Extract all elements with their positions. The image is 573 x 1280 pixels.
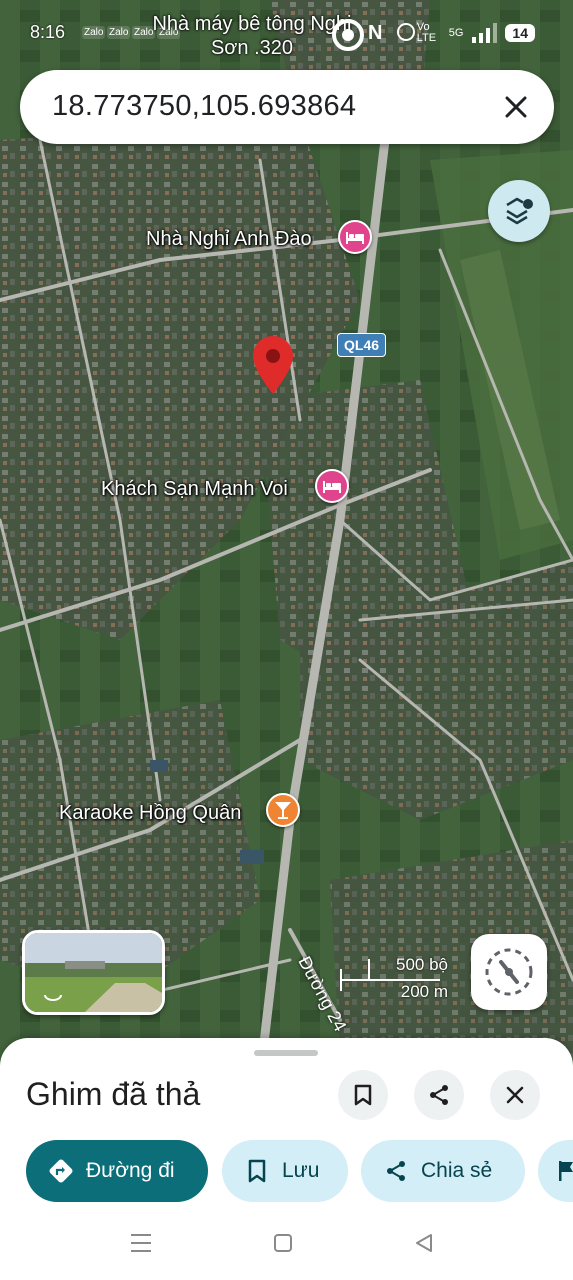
bookmark-icon [354,1084,372,1106]
flag-button[interactable] [538,1140,573,1202]
search-input[interactable]: 18.773750,105.693864 [52,90,356,123]
share-icon [383,1158,409,1184]
compass-button[interactable] [471,934,547,1010]
volte-indicator: Vo LTE [416,21,437,44]
directions-icon [48,1158,74,1184]
layers-button[interactable] [488,180,550,242]
poi-label-nha-nghi[interactable]: Nhà Nghỉ Anh Đào [146,228,312,251]
close-icon [505,96,527,118]
scale-imperial: 500 bộ [396,955,448,974]
save-button[interactable]: Lưu [222,1140,348,1202]
share-button[interactable]: Chia sẻ [361,1140,525,1202]
back-icon [416,1234,432,1252]
save-round-button[interactable] [338,1070,388,1120]
wifi-signal-icon: 5G [448,27,464,39]
recent-apps-button[interactable] [130,1233,154,1255]
hotel-icon[interactable] [338,220,372,254]
share-round-button[interactable] [414,1070,464,1120]
road-shield-ql46: QL46 [337,333,387,357]
sheet-drag-handle[interactable] [254,1050,318,1056]
scale-metric: 200 m [400,982,448,1001]
cell-signal-icon [472,23,498,43]
close-sheet-button[interactable] [490,1070,540,1120]
status-bar: 8:16 Zalo Zalo Zalo Zalo Nhà máy bê tông… [0,0,573,64]
street-view-image [25,933,162,1012]
menu-icon [131,1234,151,1252]
status-indicators: Vo LTE 5G 14 [417,22,535,44]
search-bar[interactable]: 18.773750,105.693864 [20,70,554,144]
street-view-thumbnail[interactable] [22,930,165,1015]
save-label: Lưu [282,1159,320,1182]
pin-icon [253,336,293,394]
status-time: 8:16 [30,22,66,42]
directions-label: Đường đi [86,1159,175,1182]
poi-label-karaoke[interactable]: Karaoke Hồng Quân [59,802,241,825]
zalo-notification-icon: Zalo [107,26,131,39]
poi-label-khach-san[interactable]: Khách Sạn Mạnh Voi [101,478,288,501]
map-imagery [0,0,573,1060]
location-icon [332,19,364,51]
layers-icon [506,197,533,225]
battery-indicator: 14 [505,24,535,42]
alarm-icon [397,23,415,41]
directions-button[interactable]: Đường đi [26,1140,208,1202]
home-icon [274,1234,292,1252]
flag-icon [558,1158,573,1184]
share-icon [430,1085,448,1105]
map-scale: 500 bộ 200 m [340,955,452,1003]
back-button[interactable] [414,1233,438,1255]
compass-icon [485,948,533,996]
zalo-notification-icon: Zalo [82,26,106,39]
n-app-icon: N [368,22,383,44]
bookmark-icon [244,1158,270,1184]
close-search-button[interactable] [498,89,534,125]
system-nav-bar [0,1205,573,1280]
home-button[interactable] [273,1233,297,1255]
cocktail-icon[interactable] [266,793,300,827]
map-place-label-top[interactable]: Nhà máy bê tông Nghi Sơn .320 [152,12,352,60]
close-icon [506,1086,524,1104]
satellite-map[interactable]: Nhà Nghỉ Anh Đào QL46 Khách Sạn Mạnh Voi… [0,0,573,1060]
hotel-icon[interactable] [315,469,349,503]
dropped-pin-marker[interactable] [253,336,293,394]
share-label: Chia sẻ [421,1159,493,1182]
sheet-title: Ghim đã thả [26,1076,201,1112]
